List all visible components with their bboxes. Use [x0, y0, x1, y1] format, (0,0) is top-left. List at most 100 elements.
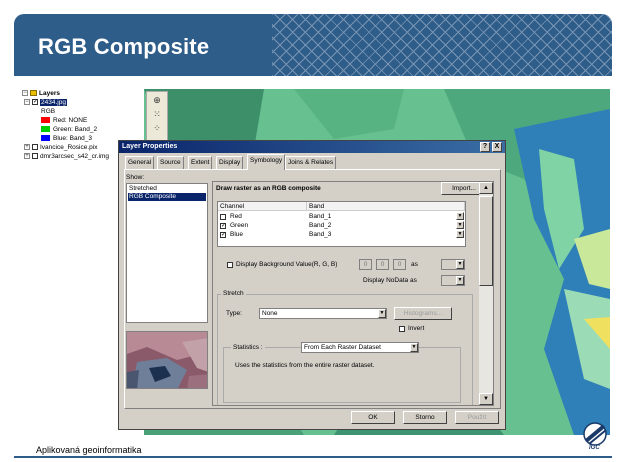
toc-blue-entry: Blue: Band_3: [41, 135, 92, 143]
layer-visibility-checkbox[interactable]: ✓: [32, 99, 38, 106]
help-button[interactable]: ?: [480, 142, 490, 152]
scroll-down-icon[interactable]: ▼: [479, 393, 493, 405]
band-value[interactable]: Band_3: [309, 230, 331, 239]
layers-icon: [30, 90, 37, 97]
expand-icon[interactable]: +: [24, 144, 30, 151]
toc-red-entry: Red: NONE: [41, 117, 87, 125]
chevron-down-icon[interactable]: ▼: [456, 230, 464, 238]
statistics-select[interactable]: From Each Raster Dataset ▼: [301, 342, 419, 353]
bg-r-input[interactable]: 0: [359, 259, 372, 270]
table-row: ✓ Blue Band_3 ▼: [218, 230, 465, 239]
table-row: Red Band_1 ▼: [218, 212, 465, 221]
statistics-description: Uses the statistics from the entire rast…: [235, 362, 375, 369]
show-list[interactable]: Stretched RGB Composite: [126, 183, 208, 323]
preview-thumbnail: [126, 331, 208, 389]
bg-value-checkbox[interactable]: [227, 262, 233, 268]
channel-name: Green: [230, 222, 249, 229]
bg-g-input[interactable]: 0: [376, 259, 389, 270]
chevron-down-icon[interactable]: ▼: [456, 221, 464, 229]
footer-text: Aplikovaná geoinformatika: [36, 445, 142, 455]
header-grid-decoration: [272, 14, 612, 76]
stretch-type-value: None: [262, 310, 278, 317]
scroll-up-icon[interactable]: ▲: [479, 182, 493, 194]
tab-source[interactable]: Source: [157, 156, 184, 169]
col-channel-header: Channel: [218, 202, 307, 211]
preview-image: [127, 332, 207, 388]
toc-layer-dmr[interactable]: + dmr3arcsec_s42_cr.img: [24, 153, 109, 161]
chevron-down-icon[interactable]: ▼: [378, 309, 386, 318]
channel-checkbox-red[interactable]: [220, 212, 228, 221]
statistics-label: Statistics :: [231, 344, 265, 352]
slide-header: RGB Composite: [14, 14, 612, 76]
toc-blue-text: Blue: Band_3: [53, 135, 93, 142]
toc-layer-ivancice[interactable]: + Ivancice_Rosice.pix: [24, 144, 97, 152]
close-button[interactable]: X: [492, 142, 502, 152]
as-label: as: [411, 261, 418, 268]
slide: RGB Composite − Layers − ✓ 2434.jpg RGB Red…: [0, 0, 626, 462]
show-label: Show:: [126, 174, 145, 181]
composite-heading: Draw raster as an RGB composite: [216, 185, 321, 192]
rgb-composite-content: Draw raster as an RGB composite Import..…: [212, 181, 494, 406]
toc-rgb-label: RGB: [41, 108, 56, 115]
map-toolbar: ⊕ ⁙ ⁘: [146, 91, 168, 141]
band-value[interactable]: Band_2: [309, 221, 331, 230]
nodata-color-picker[interactable]: ▼: [441, 275, 465, 286]
toc-layer2-name[interactable]: Ivancice_Rosice.pix: [40, 144, 97, 151]
channel-name: Red: [230, 213, 242, 220]
zoom-extent-icon[interactable]: ⁙: [151, 109, 163, 119]
collapse-icon[interactable]: −: [24, 99, 30, 106]
dialog-title: Layer Properties: [122, 143, 178, 150]
chevron-down-icon[interactable]: ▼: [410, 343, 418, 352]
content-scrollbar[interactable]: ▲ ▼: [479, 182, 493, 405]
toc-green-entry: Green: Band_2: [41, 126, 97, 134]
expand-icon[interactable]: +: [24, 153, 30, 160]
scrollbar-thumb[interactable]: [479, 196, 493, 286]
toc-layers-root[interactable]: − Layers: [22, 90, 60, 98]
collapse-icon[interactable]: −: [22, 90, 28, 97]
toc-green-text: Green: Band_2: [53, 126, 98, 133]
col-band-header: Band: [307, 202, 465, 211]
chevron-down-icon[interactable]: ▼: [456, 260, 464, 269]
tab-symbology[interactable]: Symbology: [247, 154, 286, 170]
histograms-button[interactable]: Histograms...: [394, 307, 452, 320]
chevron-down-icon[interactable]: ▼: [456, 212, 464, 220]
red-swatch: [41, 117, 50, 124]
tab-joins-relates[interactable]: Joins & Relates: [285, 156, 337, 169]
pan-icon[interactable]: ⁘: [151, 123, 163, 133]
bg-b-input[interactable]: 0: [393, 259, 406, 270]
channel-checkbox-blue[interactable]: ✓: [220, 230, 228, 239]
type-label: Type:: [226, 310, 242, 317]
blue-swatch: [41, 135, 50, 142]
dialog-titlebar[interactable]: Layer Properties: [119, 141, 505, 153]
channel-checkbox-green[interactable]: ✓: [220, 221, 228, 230]
bg-value-label: Display Background Value(R, G, B): [236, 261, 338, 268]
ok-button[interactable]: OK: [351, 411, 395, 424]
tab-general[interactable]: General: [125, 156, 155, 169]
igc-logo: IGC: [580, 421, 610, 453]
toc-layers-label: Layers: [39, 90, 60, 97]
tab-display[interactable]: Display: [216, 156, 244, 169]
invert-label: Invert: [408, 325, 425, 332]
apply-button[interactable]: Použít: [455, 411, 499, 424]
channel-name: Blue: [230, 231, 244, 238]
green-swatch: [41, 126, 50, 133]
show-item-stretched[interactable]: Stretched: [128, 185, 206, 193]
tab-extent[interactable]: Extent: [188, 156, 213, 169]
statistics-value: From Each Raster Dataset: [304, 344, 381, 351]
cancel-button[interactable]: Storno: [403, 411, 447, 424]
footer-line: [14, 456, 612, 458]
chevron-down-icon[interactable]: ▼: [456, 276, 464, 285]
bg-color-picker[interactable]: ▼: [441, 259, 465, 270]
toc-layer-2434[interactable]: − ✓ 2434.jpg: [24, 99, 67, 107]
band-value[interactable]: Band_1: [309, 212, 331, 221]
layer-visibility-checkbox[interactable]: [32, 153, 38, 160]
zoom-in-icon[interactable]: ⊕: [151, 95, 163, 105]
invert-checkbox[interactable]: [399, 326, 405, 332]
toc-layer-name[interactable]: 2434.jpg: [40, 99, 67, 106]
stretch-type-select[interactable]: None ▼: [259, 308, 387, 319]
slide-title: RGB Composite: [38, 34, 210, 59]
channel-table: Channel Band Red Band_1 ▼ ✓ Green Band_2…: [217, 201, 466, 247]
show-item-rgb-composite[interactable]: RGB Composite: [128, 193, 206, 201]
toc-layer3-name[interactable]: dmr3arcsec_s42_cr.img: [40, 153, 109, 160]
layer-visibility-checkbox[interactable]: [32, 144, 38, 151]
